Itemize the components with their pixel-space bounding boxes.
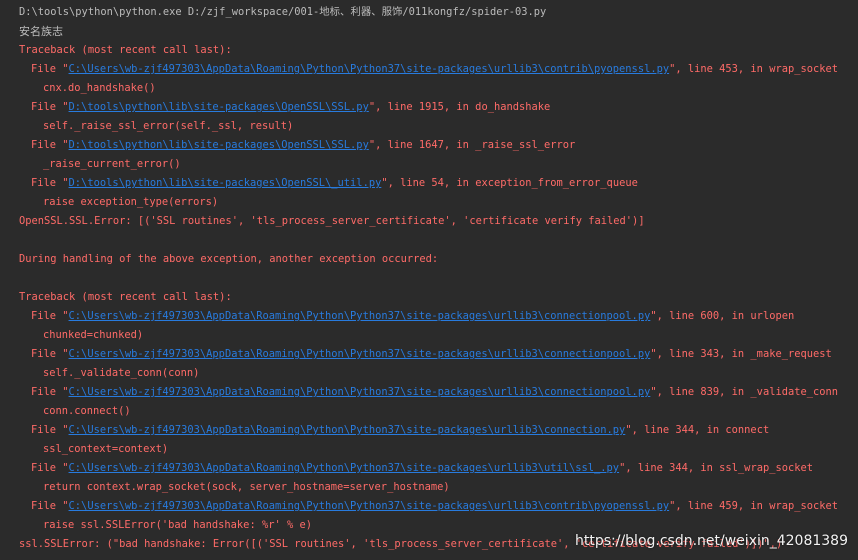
file-path-link[interactable]: C:\Users\wb-zjf497303\AppData\Roaming\Py… xyxy=(69,462,620,474)
chained-exception-notice: During handling of the above exception, … xyxy=(19,253,439,265)
traceback-file-line: File "C:\Users\wb-zjf497303\AppData\Roam… xyxy=(31,310,795,322)
file-path-link[interactable]: C:\Users\wb-zjf497303\AppData\Roaming\Py… xyxy=(69,386,651,398)
traceback-code-line: _raise_current_error() xyxy=(43,158,181,170)
traceback-code-line: raise ssl.SSLError('bad handshake: %r' %… xyxy=(43,519,312,531)
traceback-header: Traceback (most recent call last): xyxy=(19,291,232,303)
traceback-file-line: File "C:\Users\wb-zjf497303\AppData\Roam… xyxy=(31,63,839,75)
traceback-header: Traceback (most recent call last): xyxy=(19,44,232,56)
traceback-code-line: self._validate_conn(conn) xyxy=(43,367,200,379)
traceback-file-line: File "D:\tools\python\lib\site-packages\… xyxy=(31,177,638,189)
traceback-code-line: cnx.do_handshake() xyxy=(43,82,156,94)
traceback-code-line: conn.connect() xyxy=(43,405,131,417)
run-console: D:\tools\python\python.exe D:/zjf_worksp… xyxy=(0,0,858,560)
traceback-file-line: File "C:\Users\wb-zjf497303\AppData\Roam… xyxy=(31,500,839,512)
exception-message: OpenSSL.SSL.Error: [('SSL routines', 'tl… xyxy=(19,215,645,227)
command-line: D:\tools\python\python.exe D:/zjf_worksp… xyxy=(19,6,547,18)
file-path-link[interactable]: C:\Users\wb-zjf497303\AppData\Roaming\Py… xyxy=(69,500,670,512)
traceback-file-line: File "C:\Users\wb-zjf497303\AppData\Roam… xyxy=(31,386,839,398)
file-path-link[interactable]: C:\Users\wb-zjf497303\AppData\Roaming\Py… xyxy=(69,310,651,322)
watermark: https://blog.csdn.net/weixin_42081389 xyxy=(574,533,848,549)
file-path-link[interactable]: C:\Users\wb-zjf497303\AppData\Roaming\Py… xyxy=(69,424,626,436)
file-path-link[interactable]: C:\Users\wb-zjf497303\AppData\Roaming\Py… xyxy=(69,63,670,75)
traceback-file-line: File "D:\tools\python\lib\site-packages\… xyxy=(31,139,576,151)
traceback-file-line: File "C:\Users\wb-zjf497303\AppData\Roam… xyxy=(31,424,770,436)
traceback-file-line: File "C:\Users\wb-zjf497303\AppData\Roam… xyxy=(31,348,832,360)
traceback-file-line: File "D:\tools\python\lib\site-packages\… xyxy=(31,101,551,113)
file-path-link[interactable]: D:\tools\python\lib\site-packages\OpenSS… xyxy=(69,101,369,113)
traceback-code-line: self._raise_ssl_error(self._ssl, result) xyxy=(43,120,294,132)
file-path-link[interactable]: D:\tools\python\lib\site-packages\OpenSS… xyxy=(69,139,369,151)
traceback-file-line: File "C:\Users\wb-zjf497303\AppData\Roam… xyxy=(31,462,813,474)
file-path-link[interactable]: C:\Users\wb-zjf497303\AppData\Roaming\Py… xyxy=(69,348,651,360)
traceback-code-line: raise exception_type(errors) xyxy=(43,196,219,208)
file-path-link[interactable]: D:\tools\python\lib\site-packages\OpenSS… xyxy=(69,177,382,189)
traceback-code-line: ssl_context=context) xyxy=(43,443,169,455)
program-output: 安名族志 xyxy=(19,25,63,38)
traceback-code-line: return context.wrap_socket(sock, server_… xyxy=(43,481,450,493)
traceback-code-line: chunked=chunked) xyxy=(43,329,144,341)
